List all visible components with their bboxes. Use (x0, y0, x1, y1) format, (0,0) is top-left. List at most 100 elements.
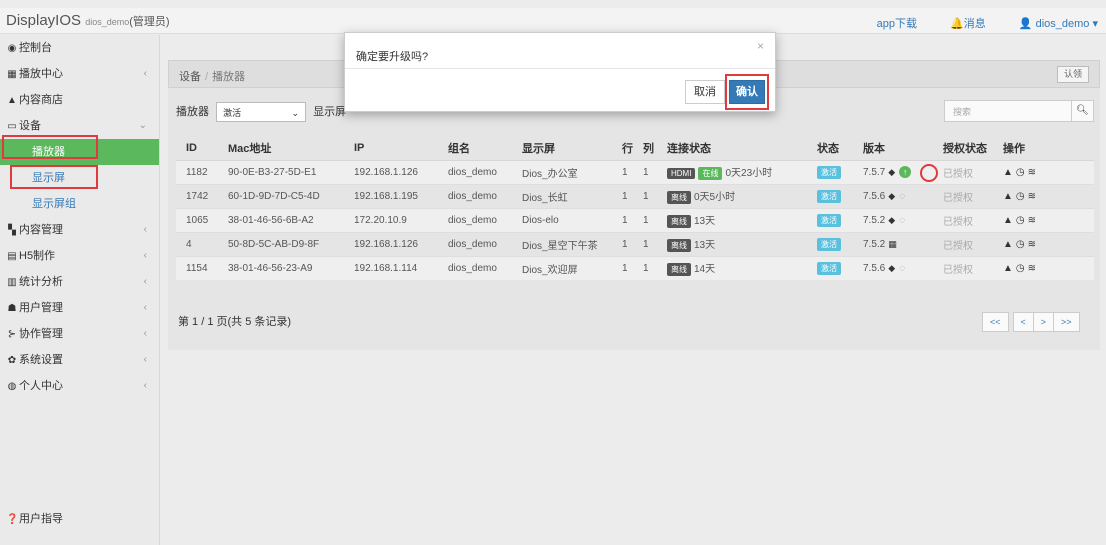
connection-cell: 离线 13天 (657, 207, 807, 232)
wifi-icon[interactable]: ≋ (1028, 239, 1039, 250)
select-value: 激活 (223, 108, 242, 118)
clock-icon[interactable]: ◷ (1016, 167, 1028, 178)
user-menu[interactable]: 👤 dios_demo ▾ (1019, 18, 1098, 30)
conn-tag: 离线 (667, 239, 691, 252)
h5-icon: ▤ (7, 251, 17, 262)
version-text: 7.5.6 (863, 262, 886, 274)
dialog-title: 确定要升级吗? (356, 51, 429, 63)
player-filter-label: 播放器 (176, 106, 209, 118)
search-input[interactable]: 搜索 (953, 105, 971, 118)
claim-button[interactable]: 认领 (1056, 66, 1089, 83)
sidebar-item-label: 统计分析 (19, 276, 63, 288)
table-cell: 192.168.1.195 (344, 183, 438, 208)
sidebar-item-label: 系统设置 (19, 354, 63, 366)
breadcrumb-separator: / (205, 71, 209, 83)
messages-link[interactable]: 🔔消息 (950, 18, 986, 30)
screenshot-icon[interactable]: ▲ (1003, 167, 1016, 178)
cancel-button[interactable]: 取消 (685, 80, 725, 104)
top-right-nav: app下载 🔔消息 👤 dios_demo ▾ (847, 15, 1098, 31)
table-cell: 60-1D-9D-7D-C5-4D (218, 183, 344, 208)
clock-icon[interactable]: ◷ (1016, 263, 1028, 274)
breadcrumb-current: 播放器 (212, 71, 246, 83)
brand[interactable]: DisplayIOS dios_demo(管理员) (6, 12, 170, 29)
table-cell: 1 (612, 207, 633, 232)
sidebar-item-label: H5制作 (19, 250, 56, 262)
chart-icon: ▥ (7, 277, 17, 288)
table-cell: 38-01-46-56-23-A9 (218, 255, 344, 280)
sidebar-item-profile[interactable]: ◍ 个人中心 ‹ (0, 373, 159, 399)
sidebar-item-store[interactable]: ▲ 内容商店 (0, 87, 159, 113)
sidebar-item-screen-group[interactable]: 显示屏组 (0, 191, 159, 217)
upgrade-button[interactable]: ↑ (899, 166, 912, 178)
content-icon: ▚ (8, 225, 16, 236)
conn-duration: 13天 (694, 216, 716, 227)
connection-cell: 离线 14天 (657, 255, 807, 280)
table-cell: dios_demo (438, 255, 512, 280)
brand-name: DisplayIOS (6, 12, 82, 29)
last-page-button[interactable]: >> (1053, 312, 1080, 332)
bell-icon: 🔔 (950, 18, 964, 30)
sidebar-item-guide[interactable]: ❓用户指导 (0, 506, 63, 532)
close-icon[interactable]: × (757, 39, 764, 53)
sidebar: ◉ 控制台 ▦ 播放中心 ‹ ▲ 内容商店 ▭ 设备 ⌄ 播放器 显示屏 显示屏组 ▚ 内容管… (0, 35, 160, 545)
table-cell: dios_demo (438, 159, 512, 184)
table-cell: 1 (612, 231, 633, 256)
table-cell: 1 (633, 183, 657, 208)
sidebar-item-collab[interactable]: ⊱ 协作管理 ‹ (0, 321, 159, 347)
screenshot-icon[interactable]: ▲ (1003, 191, 1016, 202)
auth-cell: 已授权 (933, 207, 993, 232)
prev-page-button[interactable]: < (1012, 312, 1034, 332)
app-download-link[interactable]: app下载 (877, 18, 917, 30)
sidebar-item-content[interactable]: ▚ 内容管理 ‹ (0, 217, 159, 243)
sidebar-item-dashboard[interactable]: ◉ 控制台 (0, 35, 159, 61)
sidebar-item-settings[interactable]: ✿ 系统设置 ‹ (0, 347, 159, 373)
chevron-left-icon: ‹ (143, 224, 147, 235)
pagination: << < > >> (982, 312, 1080, 332)
ops-cell: ▲◷≋ (993, 207, 1094, 232)
screenshot-icon[interactable]: ▲ (1003, 215, 1016, 226)
clock-icon[interactable]: ◷ (1016, 191, 1028, 202)
clock-icon[interactable]: ◷ (1016, 215, 1028, 226)
auth-status: 已授权 (943, 192, 973, 204)
wifi-icon[interactable]: ≋ (1028, 215, 1039, 226)
highlight-upgrade (920, 164, 938, 182)
table-cell: 50-8D-5C-AB-D9-8F (218, 231, 344, 256)
sidebar-item-label: 个人中心 (19, 380, 63, 392)
sidebar-item-h5[interactable]: ▤ H5制作 ‹ (0, 243, 159, 269)
breadcrumb-root[interactable]: 设备 (179, 71, 201, 83)
status-cell: 激活 (807, 159, 853, 184)
player-status-select[interactable]: 激活 ⌄ (216, 102, 307, 122)
search-button[interactable]: 🔍︎ (1071, 101, 1093, 121)
status-badge: 激活 (817, 261, 841, 275)
col-header: 组名 (438, 136, 512, 161)
col-header: IP (344, 136, 438, 161)
wifi-icon[interactable]: ≋ (1028, 263, 1039, 274)
upgrade-disabled-icon: ◌ (899, 214, 906, 226)
sidebar-item-stats[interactable]: ▥ 统计分析 ‹ (0, 269, 159, 295)
col-header: 显示屏 (512, 136, 612, 161)
col-header: ID (176, 136, 218, 161)
messages-label: 消息 (963, 18, 986, 30)
chevron-left-icon: ‹ (143, 250, 147, 261)
table-cell: 1 (612, 183, 633, 208)
auth-status: 已授权 (943, 240, 973, 252)
screen-filter-label: 显示屏 (313, 106, 347, 118)
screenshot-icon[interactable]: ▲ (1003, 239, 1016, 250)
table-cell: 1 (633, 159, 657, 184)
conn-tag: 离线 (667, 191, 691, 204)
ops-cell: ▲◷≋ (993, 183, 1094, 208)
table-cell: Dios-elo (512, 207, 612, 232)
sidebar-item-label: 协作管理 (19, 328, 63, 340)
screenshot-icon[interactable]: ▲ (1003, 263, 1016, 274)
clock-icon[interactable]: ◷ (1016, 239, 1028, 250)
sidebar-item-play-center[interactable]: ▦ 播放中心 ‹ (0, 61, 159, 87)
version-text: 7.5.2 (863, 214, 886, 226)
next-page-button[interactable]: > (1032, 312, 1055, 332)
wifi-icon[interactable]: ≋ (1028, 191, 1039, 202)
first-page-button[interactable]: << (982, 312, 1009, 332)
wifi-icon[interactable]: ≋ (1028, 167, 1039, 178)
person-icon: ◍ (7, 381, 17, 392)
col-header: 版本 (853, 136, 933, 161)
chevron-left-icon: ‹ (143, 68, 147, 79)
sidebar-item-users[interactable]: ☗ 用户管理 ‹ (0, 295, 159, 321)
